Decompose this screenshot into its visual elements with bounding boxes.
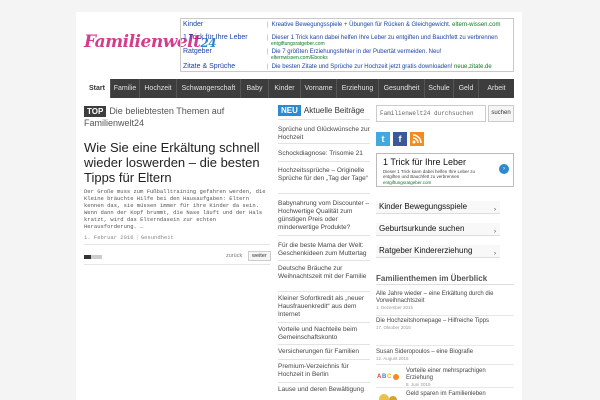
ad-link-text[interactable]: | Kreative Bewegungsspiele + Übungen für … <box>267 20 513 30</box>
news-item[interactable]: Premium-Verzeichnis für Hochzeit in Berl… <box>278 363 370 379</box>
news-item[interactable]: Babynahrung vom Discounter – Hochwertige… <box>278 200 370 232</box>
news-item[interactable]: Schockdiagnose: Trisomie 21 <box>278 150 370 158</box>
ad-text: Dieser 1 Trick kann dabei helfen Ihre Le… <box>383 169 476 179</box>
news-item[interactable]: Versicherungen für Familien <box>278 348 370 356</box>
featured-headline[interactable]: Wie Sie eine Erkältung schnell wieder lo… <box>84 140 272 185</box>
themen-heading: Familienthemen im Überblick <box>376 274 514 285</box>
themen-item[interactable]: Alle Jahre wieder – eine Erkältung durch… <box>376 291 514 311</box>
sidebar-ad[interactable]: 1 Trick für Ihre Leber Dieser 1 Trick ka… <box>376 153 514 187</box>
top-section-heading: TOP Die beliebtesten Themen auf Familienw… <box>84 106 225 128</box>
thumbnail-image[interactable]: ABC <box>376 368 402 384</box>
ad-link-box[interactable]: Kinder Bewegungsspiele › <box>376 201 500 214</box>
divider <box>376 315 514 316</box>
twitter-icon[interactable]: t <box>376 132 390 146</box>
divider <box>278 322 370 323</box>
news-column: NEU Aktuelle Beiträge Sprüche und Glückwü… <box>278 105 370 393</box>
news-item[interactable]: Kleiner Sofortkredit als „neuer Hausfrau… <box>278 295 370 319</box>
nav-item-schwangerschaft[interactable]: Schwangerschaft <box>177 79 241 98</box>
ad-link-url[interactable]: elternwissen.com/Ebooks <box>271 55 511 61</box>
page: { "logo": { "text": "Familienwelt", "num… <box>0 0 600 400</box>
nav-item-schule[interactable]: Schule <box>425 79 454 98</box>
themen-item[interactable]: Die Hochzeitshomepage – Hilfreiche Tipps… <box>376 318 514 331</box>
featured-meta: 1. Februar 2016 | Gesundheit <box>84 234 174 241</box>
ad-title[interactable]: 1 Trick für Ihre Leber <box>383 157 466 167</box>
ad-link-row[interactable]: Zitate & Sprüche | Die besten Zitate und … <box>181 62 513 72</box>
divider <box>278 161 370 162</box>
nav-item-baby[interactable]: Baby <box>241 79 269 98</box>
featured-date: 1. Februar 2016 <box>84 234 134 241</box>
slider-dot[interactable] <box>91 255 98 259</box>
divider <box>376 364 514 365</box>
chevron-right-icon[interactable]: › <box>499 164 509 174</box>
featured-excerpt: Der Große muss zum Fußballtraining gefah… <box>84 188 266 230</box>
rss-icon[interactable] <box>410 132 424 146</box>
divider <box>278 235 370 236</box>
divider <box>84 244 270 245</box>
nav-item-start[interactable]: Start <box>84 79 111 98</box>
news-item[interactable]: Sprüche und Glückwünsche zur Hochzeit <box>278 126 370 142</box>
ad-link-box[interactable]: Ratgeber Kindererziehung › <box>376 245 500 258</box>
chevron-right-icon: › <box>494 207 496 213</box>
divider <box>278 382 370 383</box>
news-item[interactable]: Für die beste Mama der Welt: Geschenkide… <box>278 242 370 258</box>
main-nav: Start Familie Hochzeit Schwangerschaft B… <box>84 79 514 98</box>
ad-link-category[interactable]: 1 Trick für Ihre Leber <box>183 33 267 43</box>
divider <box>278 344 370 345</box>
featured-category[interactable]: Gesundheit <box>141 234 174 241</box>
news-item[interactable]: Deutsche Bräuche zur Weihnachtszeit mit … <box>278 265 370 281</box>
ad-link-category[interactable]: Ratgeber <box>183 47 267 57</box>
news-item[interactable]: Vorteile und Nachteile beim Gemeinschaft… <box>278 326 370 342</box>
nav-item-familie[interactable]: Familie <box>111 79 140 98</box>
thumbnail-image[interactable] <box>376 390 402 400</box>
new-tag: NEU <box>278 105 301 116</box>
ad-link-row[interactable]: Kinder | Kreative Bewegungsspiele + Übung… <box>181 20 513 30</box>
slider-next-button[interactable]: weiter <box>248 251 271 261</box>
ad-link-category[interactable]: Kinder <box>183 20 267 30</box>
site-container: Familienwelt24 Kinder | Kreative Bewegung… <box>76 12 522 400</box>
slider-dot[interactable] <box>98 255 102 259</box>
nav-item-hochzeit[interactable]: Hochzeit <box>140 79 177 98</box>
themen-item[interactable]: Vorteile einer mehrsprachigen Erziehung 8… <box>406 368 514 388</box>
divider <box>376 345 514 346</box>
svg-text:C: C <box>387 374 392 380</box>
news-item[interactable]: Lause und deren Bewältigung <box>278 386 370 394</box>
ad-url[interactable]: entgiftungsratgeber.com <box>383 180 431 185</box>
divider <box>278 119 370 120</box>
divider <box>278 193 370 194</box>
divider <box>278 359 370 360</box>
divider <box>278 291 370 292</box>
nav-item-kinder[interactable]: Kinder <box>269 79 301 98</box>
facebook-icon[interactable]: f <box>393 132 407 146</box>
nav-item-erziehung[interactable]: Erziehung <box>337 79 379 98</box>
slider-prev-button[interactable]: zurück <box>226 253 242 259</box>
ad-links-block: Kinder | Kreative Bewegungsspiele + Übung… <box>180 18 514 72</box>
top-tag: TOP <box>84 106 107 117</box>
news-heading: NEU Aktuelle Beiträge <box>278 105 370 117</box>
chevron-right-icon: › <box>494 229 496 235</box>
ad-link-category[interactable]: Zitate & Sprüche <box>183 62 267 72</box>
nav-item-gesundheit[interactable]: Gesundheit <box>379 79 425 98</box>
chevron-right-icon: › <box>494 251 496 257</box>
divider <box>278 143 370 144</box>
divider <box>84 264 270 265</box>
nav-item-geld[interactable]: Geld <box>454 79 479 98</box>
themen-item[interactable]: Geld sparen im Familienleben <box>406 391 514 398</box>
nav-item-vorname[interactable]: Vorname <box>301 79 337 98</box>
slider-dot[interactable] <box>84 255 91 259</box>
ad-link-text[interactable]: | Die besten Zitate und Sprüche zur Hochz… <box>267 62 513 72</box>
divider <box>278 260 370 261</box>
nav-item-arbeit[interactable]: Arbeit <box>479 79 514 98</box>
divider <box>376 387 514 388</box>
search-button[interactable]: suchen <box>488 105 514 122</box>
search-input[interactable]: Familienwelt24 durchsuchen <box>376 105 486 122</box>
news-item[interactable]: Hochzeitssprüche – Originelle Sprüche fü… <box>278 167 370 183</box>
themen-item[interactable]: Susan Sideropoulos – eine Biografie 12. A… <box>376 349 514 362</box>
ad-link-box[interactable]: Geburtsurkunde suchen › <box>376 223 500 236</box>
